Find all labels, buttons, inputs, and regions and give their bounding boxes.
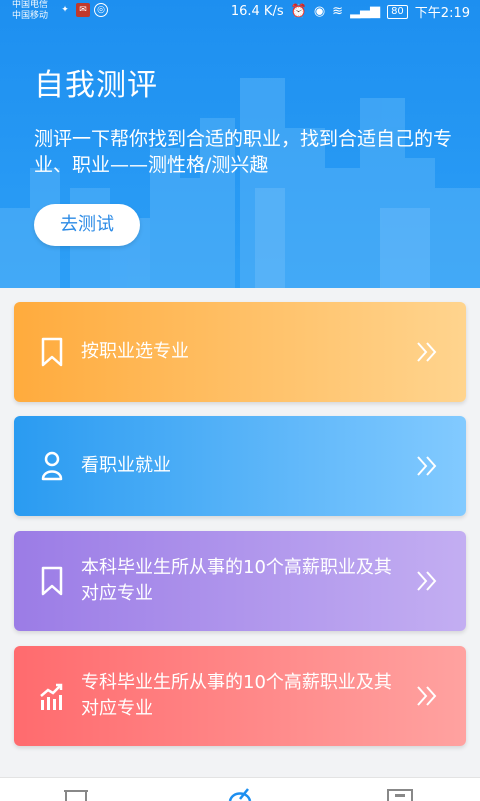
start-test-button[interactable]: 去测试 [34,204,140,246]
card-label: 本科毕业生所从事的10个高薪职业及其对应专业 [81,557,392,604]
status-indicators: 16.4 K/s ⏰ ◉ ≋ ▂▄▆ 80 下午2:19 [231,2,470,21]
card-label: 看职业就业 [81,455,171,476]
chart-growth-icon [40,683,63,710]
page-title: 自我测评 [34,68,158,103]
bookmark-icon [41,566,63,596]
signal-icon: ▂▄▆ [350,4,381,19]
card-career-employment[interactable]: 看职业就业 [14,416,466,516]
mail-icon: ✉ [76,3,90,17]
header-banner: 中国电信 中国移动 ✦ ✉ ◎ 16.4 K/s ⏰ ◉ ≋ ▂▄▆ 80 下午… [0,0,480,288]
carrier-2: 中国移动 [12,11,49,21]
bookmark-icon [41,337,63,367]
card-undergrad-top-careers[interactable]: 本科毕业生所从事的10个高薪职业及其对应专业 [14,531,466,631]
eye-icon: ◉ [313,4,326,19]
app-notification-icon: ◎ [94,3,108,17]
wifi-icon: ≋ [332,4,344,19]
double-chevron-right-icon [417,571,437,591]
double-chevron-right-icon [417,686,437,706]
alipay-icon: ✦ [61,5,69,15]
card-choose-major-by-career[interactable]: 按职业选专业 [14,302,466,402]
double-chevron-right-icon [417,456,437,476]
page-description: 测评一下帮你找到合适的职业，找到合适自己的专业、职业——测性格/测兴趣 [34,128,453,176]
alarm-icon: ⏰ [290,4,307,19]
status-bar: 中国电信 中国移动 ✦ ✉ ◎ 16.4 K/s ⏰ ◉ ≋ ▂▄▆ 80 下午… [0,0,480,22]
bottom-tab-bar [0,777,480,801]
assessment-icon[interactable] [226,787,254,801]
clock-time: 下午2:19 [414,6,470,21]
profile-icon[interactable] [386,787,414,801]
carrier-info: 中国电信 中国移动 [12,0,48,22]
card-label: 专科毕业生所从事的10个高薪职业及其对应专业 [81,672,392,719]
home-icon[interactable] [62,787,90,801]
double-chevron-right-icon [417,342,437,362]
network-speed: 16.4 K/s [230,4,284,19]
card-label: 按职业选专业 [81,341,189,362]
person-icon [41,451,63,481]
card-college-top-careers[interactable]: 专科毕业生所从事的10个高薪职业及其对应专业 [14,646,466,746]
battery-icon: 80 [387,4,408,19]
notification-icons: ✦ ✉ ◎ [58,3,108,17]
carrier-1: 中国电信 [12,0,49,10]
